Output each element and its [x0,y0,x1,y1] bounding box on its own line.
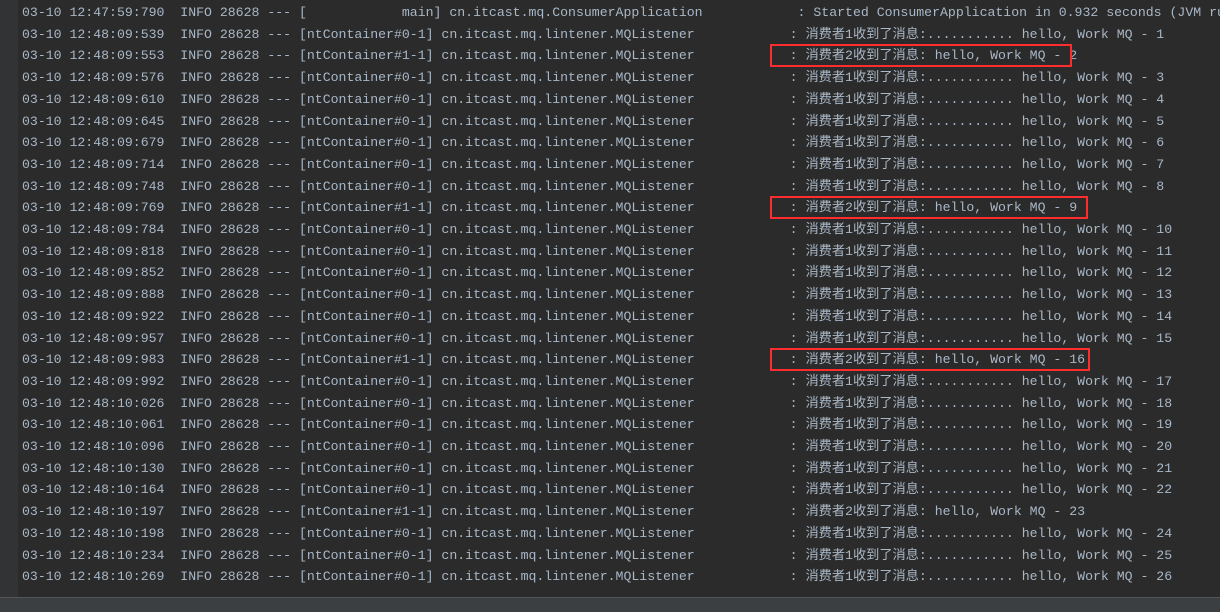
log-text: 03-10 12:48:09:714 INFO 28628 --- [ntCon… [22,157,1164,172]
log-row: 03-10 12:48:09:992 INFO 28628 --- [ntCon… [22,371,1220,393]
log-text: 03-10 12:48:10:269 INFO 28628 --- [ntCon… [22,569,1172,584]
log-text: 03-10 12:48:09:957 INFO 28628 --- [ntCon… [22,331,1172,346]
log-row: 03-10 12:48:09:714 INFO 28628 --- [ntCon… [22,154,1220,176]
log-text: 03-10 12:48:09:784 INFO 28628 --- [ntCon… [22,222,1172,237]
log-text: 03-10 12:47:59:790 INFO 28628 --- [ main… [22,5,1220,20]
log-row: 03-10 12:48:10:096 INFO 28628 --- [ntCon… [22,436,1220,458]
log-row: 03-10 12:48:10:026 INFO 28628 --- [ntCon… [22,393,1220,415]
log-row: 03-10 12:48:09:957 INFO 28628 --- [ntCon… [22,328,1220,350]
log-row: 03-10 12:48:09:576 INFO 28628 --- [ntCon… [22,67,1220,89]
log-text: 03-10 12:48:09:645 INFO 28628 --- [ntCon… [22,114,1164,129]
log-text: 03-10 12:48:09:553 INFO 28628 --- [ntCon… [22,48,1077,63]
log-row: 03-10 12:48:09:818 INFO 28628 --- [ntCon… [22,241,1220,263]
log-text: 03-10 12:48:09:922 INFO 28628 --- [ntCon… [22,309,1172,324]
log-text: 03-10 12:48:09:576 INFO 28628 --- [ntCon… [22,70,1164,85]
log-row: 03-10 12:48:10:130 INFO 28628 --- [ntCon… [22,458,1220,480]
log-text: 03-10 12:48:10:096 INFO 28628 --- [ntCon… [22,439,1172,454]
log-row: 03-10 12:48:09:983 INFO 28628 --- [ntCon… [22,349,1220,371]
log-text: 03-10 12:48:09:992 INFO 28628 --- [ntCon… [22,374,1172,389]
log-row: 03-10 12:48:10:197 INFO 28628 --- [ntCon… [22,501,1220,523]
log-row: 03-10 12:48:09:769 INFO 28628 --- [ntCon… [22,197,1220,219]
log-row: 03-10 12:48:10:198 INFO 28628 --- [ntCon… [22,523,1220,545]
log-text: 03-10 12:48:09:818 INFO 28628 --- [ntCon… [22,244,1172,259]
log-row: 03-10 12:48:09:852 INFO 28628 --- [ntCon… [22,262,1220,284]
log-row: 03-10 12:48:09:645 INFO 28628 --- [ntCon… [22,111,1220,133]
console-output[interactable]: 03-10 12:47:59:790 INFO 28628 --- [ main… [18,0,1220,588]
log-text: 03-10 12:48:09:852 INFO 28628 --- [ntCon… [22,265,1172,280]
log-text: 03-10 12:48:10:164 INFO 28628 --- [ntCon… [22,482,1172,497]
log-row: 03-10 12:48:10:061 INFO 28628 --- [ntCon… [22,414,1220,436]
log-text: 03-10 12:48:09:769 INFO 28628 --- [ntCon… [22,200,1077,215]
log-text: 03-10 12:48:09:983 INFO 28628 --- [ntCon… [22,352,1085,367]
log-row: 03-10 12:48:09:784 INFO 28628 --- [ntCon… [22,219,1220,241]
log-text: 03-10 12:48:10:061 INFO 28628 --- [ntCon… [22,417,1172,432]
status-bar [0,597,1220,612]
log-row: 03-10 12:48:10:269 INFO 28628 --- [ntCon… [22,566,1220,588]
log-text: 03-10 12:48:10:234 INFO 28628 --- [ntCon… [22,548,1172,563]
editor-gutter [0,0,18,612]
log-row: 03-10 12:47:59:790 INFO 28628 --- [ main… [22,2,1220,24]
log-text: 03-10 12:48:10:130 INFO 28628 --- [ntCon… [22,461,1172,476]
log-row: 03-10 12:48:09:553 INFO 28628 --- [ntCon… [22,45,1220,67]
log-text: 03-10 12:48:10:198 INFO 28628 --- [ntCon… [22,526,1172,541]
log-row: 03-10 12:48:09:539 INFO 28628 --- [ntCon… [22,24,1220,46]
log-row: 03-10 12:48:10:234 INFO 28628 --- [ntCon… [22,545,1220,567]
log-row: 03-10 12:48:09:610 INFO 28628 --- [ntCon… [22,89,1220,111]
log-text: 03-10 12:48:09:679 INFO 28628 --- [ntCon… [22,135,1164,150]
log-row: 03-10 12:48:09:888 INFO 28628 --- [ntCon… [22,284,1220,306]
log-row: 03-10 12:48:10:164 INFO 28628 --- [ntCon… [22,479,1220,501]
log-text: 03-10 12:48:09:539 INFO 28628 --- [ntCon… [22,27,1164,42]
log-row: 03-10 12:48:09:922 INFO 28628 --- [ntCon… [22,306,1220,328]
log-row: 03-10 12:48:09:679 INFO 28628 --- [ntCon… [22,132,1220,154]
log-text: 03-10 12:48:09:748 INFO 28628 --- [ntCon… [22,179,1164,194]
log-text: 03-10 12:48:10:026 INFO 28628 --- [ntCon… [22,396,1172,411]
log-text: 03-10 12:48:09:888 INFO 28628 --- [ntCon… [22,287,1172,302]
log-text: 03-10 12:48:10:197 INFO 28628 --- [ntCon… [22,504,1085,519]
log-text: 03-10 12:48:09:610 INFO 28628 --- [ntCon… [22,92,1164,107]
log-row: 03-10 12:48:09:748 INFO 28628 --- [ntCon… [22,176,1220,198]
